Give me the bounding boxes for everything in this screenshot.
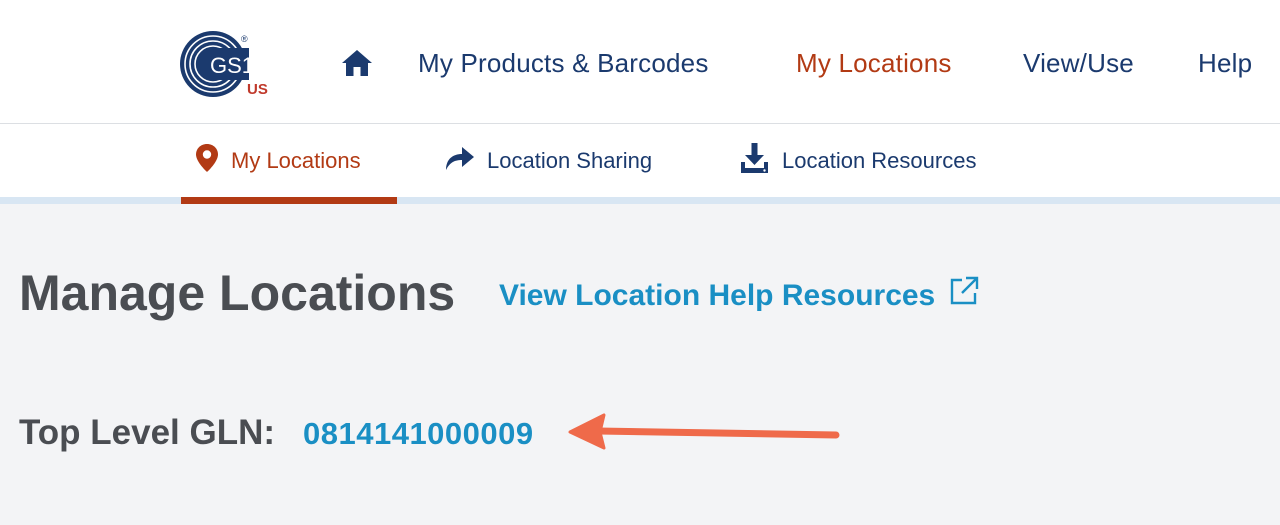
top-nav-bar: GS1 ® US My Products & Barcodes My Locat… [0,0,1280,124]
external-link-icon [949,276,979,315]
gs1-us-logo[interactable]: GS1 ® US [179,30,275,100]
tab-my-locations[interactable]: My Locations [195,124,361,197]
home-nav-button[interactable] [341,48,373,78]
tab-location-resources[interactable]: Location Resources [739,124,976,197]
top-level-gln-value[interactable]: 0814141000009 [303,414,534,454]
nav-help[interactable]: Help [1198,46,1252,80]
map-pin-icon [195,143,219,179]
nav-my-locations[interactable]: My Locations [796,46,952,80]
page-title: Manage Locations [19,265,456,321]
share-arrow-icon [444,144,475,178]
gs1-logo-mark: GS1 ® US [180,31,268,98]
active-tab-indicator [181,197,397,204]
tab-location-resources-label: Location Resources [782,147,977,173]
top-level-gln-label: Top Level GLN: [19,413,276,452]
view-location-help-resources-link[interactable]: View Location Help Resources [499,276,979,315]
nav-my-products-barcodes[interactable]: My Products & Barcodes [418,46,709,80]
tab-location-sharing-label: Location Sharing [487,147,653,173]
sub-nav-bar: My Locations Location Sharing Location R… [0,124,1280,197]
tab-my-locations-label: My Locations [231,147,361,173]
tab-location-sharing[interactable]: Location Sharing [444,124,652,197]
pointer-arrow-icon [568,413,840,450]
download-icon [739,142,770,180]
svg-text:GS1: GS1 [210,53,254,78]
svg-text:US: US [247,81,268,98]
svg-text:®: ® [241,34,248,44]
nav-view-use[interactable]: View/Use [1023,46,1134,80]
home-icon [342,50,372,76]
help-link-label: View Location Help Resources [499,278,936,312]
